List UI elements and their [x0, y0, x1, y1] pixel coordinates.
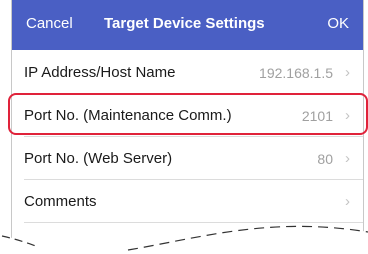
setting-value: 2101	[301, 108, 333, 124]
setting-value: 192.168.1.5	[259, 65, 333, 81]
chevron-right-icon: ›	[345, 150, 350, 167]
setting-row-port-web-server[interactable]: Port No. (Web Server) 80 ›	[12, 137, 363, 179]
setting-label: IP Address/Host Name	[24, 64, 176, 81]
setting-label: Port No. (Maintenance Comm.)	[24, 107, 232, 124]
page-title: Target Device Settings	[104, 15, 265, 32]
navigation-bar: Cancel Target Device Settings OK	[12, 0, 363, 50]
setting-row-ip-address[interactable]: IP Address/Host Name 192.168.1.5 ›	[12, 51, 363, 93]
setting-label: Port No. (Web Server)	[24, 150, 173, 167]
chevron-right-icon: ›	[345, 107, 350, 124]
setting-value: 80	[317, 151, 333, 167]
cancel-button[interactable]: Cancel	[26, 15, 73, 32]
torn-edge-mask	[0, 224, 368, 254]
chevron-right-icon: ›	[345, 64, 350, 81]
setting-row-port-maintenance[interactable]: Port No. (Maintenance Comm.) 2101 ›	[12, 94, 363, 136]
ok-button[interactable]: OK	[327, 15, 349, 32]
setting-label: Comments	[24, 193, 97, 210]
chevron-right-icon: ›	[345, 193, 350, 210]
